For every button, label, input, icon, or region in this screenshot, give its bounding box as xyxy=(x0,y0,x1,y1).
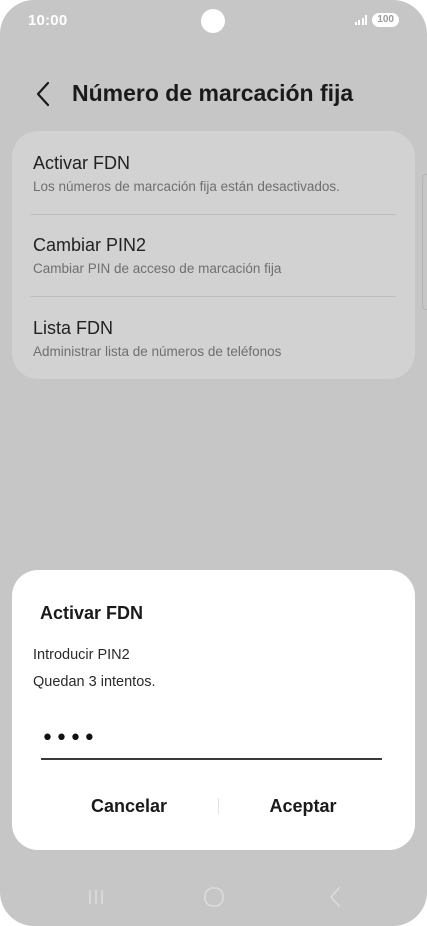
divider xyxy=(31,214,396,215)
divider xyxy=(31,296,396,297)
setting-item-activar-fdn[interactable]: Activar FDN Los números de marcación fij… xyxy=(33,153,403,194)
home-icon xyxy=(204,887,224,907)
status-time: 10:00 xyxy=(28,12,68,29)
dialog-title: Activar FDN xyxy=(40,603,144,623)
setting-item-subtitle: Administrar lista de números de teléfono… xyxy=(33,344,282,359)
front-camera xyxy=(201,9,225,33)
signal-icon xyxy=(354,15,368,25)
setting-item-subtitle: Cambiar PIN de acceso de marcación fija xyxy=(33,261,282,276)
app-header: Número de marcación fija xyxy=(0,72,427,116)
accept-button[interactable]: Aceptar xyxy=(203,788,403,824)
battery-icon: 100 xyxy=(372,13,399,27)
navigation-bar xyxy=(0,874,427,920)
pin-dialog: Activar FDN Introducir PIN2 Quedan 3 int… xyxy=(12,570,415,850)
settings-card: Activar FDN Los números de marcación fij… xyxy=(12,131,415,379)
setting-item-title: Lista FDN xyxy=(33,318,114,338)
setting-item-title: Cambiar PIN2 xyxy=(33,235,147,255)
recents-icon xyxy=(89,890,103,904)
edge-panel-handle[interactable] xyxy=(422,174,427,310)
pin2-input[interactable] xyxy=(41,718,382,760)
back-icon xyxy=(330,887,340,907)
phone-screen: 10:00 100 Número de marcación fija Activ… xyxy=(0,0,427,926)
cancel-button[interactable]: Cancelar xyxy=(29,788,229,824)
recents-button[interactable] xyxy=(76,884,116,910)
setting-item-cambiar-pin2[interactable]: Cambiar PIN2 Cambiar PIN de acceso de ma… xyxy=(33,235,403,276)
dialog-instruction: Introducir PIN2 xyxy=(33,647,130,663)
setting-item-title: Activar FDN xyxy=(33,153,131,173)
back-button[interactable] xyxy=(28,78,58,110)
setting-item-lista-fdn[interactable]: Lista FDN Administrar lista de números d… xyxy=(33,318,403,359)
home-button[interactable] xyxy=(194,884,234,910)
dialog-attempts: Quedan 3 intentos. xyxy=(33,674,156,690)
setting-item-subtitle: Los números de marcación fija están desa… xyxy=(33,179,340,194)
nav-back-button[interactable] xyxy=(315,884,355,910)
page-title: Número de marcación fija xyxy=(72,80,354,106)
status-icons: 100 xyxy=(354,13,399,27)
chevron-left-icon xyxy=(36,81,50,107)
